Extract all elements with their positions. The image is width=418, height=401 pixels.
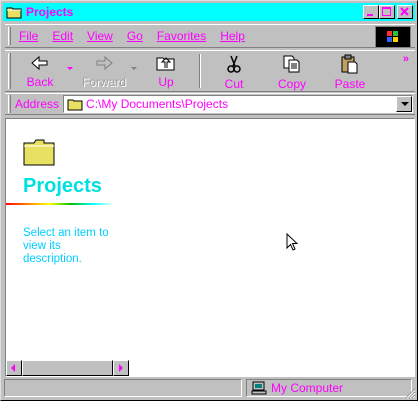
close-button[interactable]: [397, 5, 413, 19]
horizontal-scrollbar[interactable]: [6, 360, 129, 376]
paste-icon: [341, 54, 358, 74]
scroll-thumb[interactable]: [22, 360, 113, 376]
mouse-cursor-icon: [286, 233, 299, 251]
zone-label: My Computer: [271, 381, 344, 395]
large-folder-icon: [23, 139, 55, 166]
standard-toolbar: Back Forward Up Cut Copy Paste »: [5, 50, 415, 92]
copy-label: Copy: [277, 77, 306, 91]
scissors-icon: [227, 55, 241, 73]
menu-go[interactable]: Go: [127, 29, 143, 43]
up-folder-icon: [156, 57, 175, 71]
menu-view[interactable]: View: [87, 29, 113, 43]
paste-label: Paste: [334, 77, 366, 91]
menu-grip[interactable]: [8, 27, 11, 45]
status-main-pane: [4, 379, 242, 397]
folder-icon: [6, 5, 22, 19]
cut-button[interactable]: Cut: [205, 51, 263, 91]
menu-file[interactable]: File: [19, 29, 38, 43]
toolbar-more-chevron-icon[interactable]: »: [403, 53, 409, 65]
my-computer-icon: [251, 381, 267, 395]
forward-button[interactable]: Forward: [75, 51, 137, 91]
menu-help[interactable]: Help: [220, 29, 245, 43]
copy-button[interactable]: Copy: [263, 51, 321, 91]
address-input[interactable]: C:\My Documents\Projects: [63, 95, 414, 113]
maximize-button[interactable]: [379, 5, 395, 19]
windows-logo-icon: [375, 26, 411, 48]
address-dropdown-button[interactable]: [396, 96, 413, 112]
up-label: Up: [158, 75, 174, 89]
address-value: C:\My Documents\Projects: [86, 97, 229, 111]
paste-button[interactable]: Paste: [321, 51, 379, 91]
folder-view-pane[interactable]: Projects Select an item to view its desc…: [5, 118, 415, 377]
back-button[interactable]: Back: [11, 51, 73, 91]
title-divider: [6, 203, 114, 205]
cut-label: Cut: [224, 77, 244, 91]
copy-icon: [283, 55, 300, 73]
address-label: Address: [15, 97, 60, 111]
title-bar[interactable]: Projects: [3, 3, 415, 21]
menu-favorites[interactable]: Favorites: [157, 29, 206, 43]
resize-grip-icon[interactable]: [404, 387, 416, 399]
forward-arrow-icon: [96, 55, 113, 71]
address-grip[interactable]: [8, 95, 11, 113]
status-bar: My Computer: [4, 379, 416, 399]
folder-title: Projects: [23, 175, 102, 197]
back-arrow-icon: [31, 55, 48, 71]
address-bar: Address C:\My Documents\Projects: [5, 93, 415, 115]
minimize-button[interactable]: [363, 5, 379, 19]
forward-label: Forward: [81, 75, 126, 89]
up-button[interactable]: Up: [137, 51, 195, 91]
back-dropdown-icon[interactable]: [67, 67, 73, 70]
toolbar-separator: [199, 54, 201, 88]
folder-icon: [67, 99, 83, 111]
scroll-left-button[interactable]: [6, 360, 22, 376]
explorer-window: Projects File Edit View Go Favorites Hel…: [0, 0, 418, 401]
scroll-right-button[interactable]: [113, 360, 129, 376]
menu-edit[interactable]: Edit: [52, 29, 73, 43]
description-text: Select an item to view its description.: [23, 227, 109, 265]
status-zone-pane: My Computer: [246, 379, 412, 397]
window-title: Projects: [26, 5, 74, 19]
menu-bar: File Edit View Go Favorites Help: [5, 24, 415, 48]
back-label: Back: [26, 75, 54, 89]
